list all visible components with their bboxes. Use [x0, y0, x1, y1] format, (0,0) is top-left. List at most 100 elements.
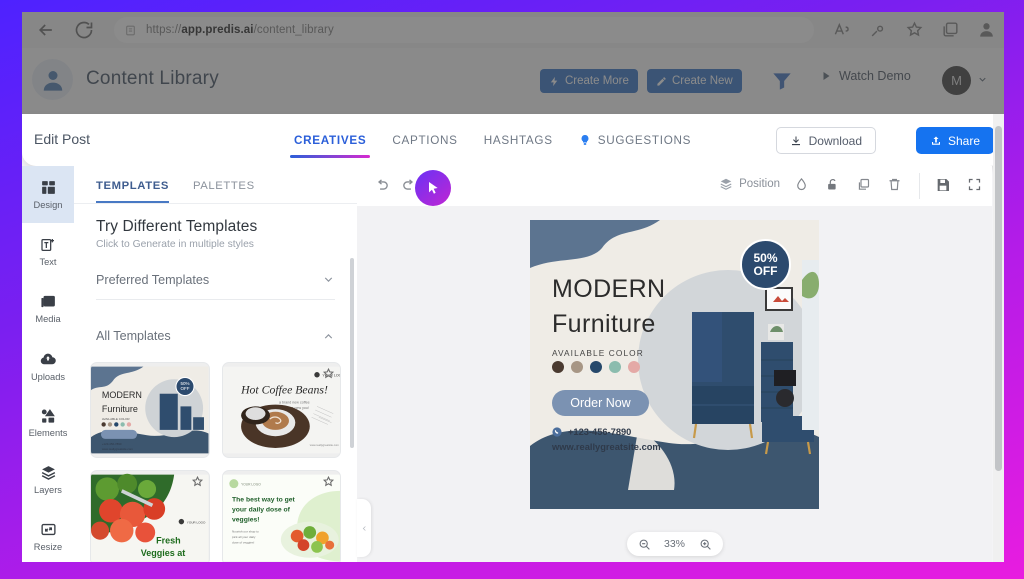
download-button[interactable]: Download [775, 127, 876, 154]
droplet-icon[interactable] [794, 177, 809, 192]
tab-palettes[interactable]: PALETTES [193, 180, 255, 203]
badge-off: OFF [753, 263, 778, 278]
template-thumb-hot-coffee[interactable]: YOUR LOGO Hot Coffee Beans! a brand new … [221, 362, 341, 458]
undo-icon[interactable] [373, 177, 390, 194]
back-arrow-icon[interactable] [36, 20, 56, 40]
template-thumb-modern-furniture[interactable]: 50% OFF MODERN Furniture AVAILABLE COLOR… [90, 362, 210, 458]
design-website: www.reallygreatsite.com [552, 442, 661, 452]
filter-icon[interactable] [769, 68, 795, 94]
tab-captions-label: CAPTIONS [392, 133, 458, 147]
phone-icon [552, 427, 562, 437]
sidebar-item-resize-label: Resize [33, 542, 63, 552]
create-new-label: Create New [672, 75, 733, 87]
zoom-out-icon[interactable] [638, 538, 651, 551]
unlock-icon[interactable] [825, 177, 840, 192]
all-templates-row[interactable]: All Templates [96, 316, 335, 356]
sidebar-item-elements[interactable]: Elements [22, 394, 74, 451]
design-cta-button[interactable]: Order Now [552, 390, 649, 416]
template-thumb-daily-veggies[interactable]: YOUR LOGO The best way to get your daily… [221, 470, 341, 562]
reload-icon[interactable] [74, 20, 94, 40]
chevron-down-icon [324, 277, 333, 282]
copilot-icon[interactable] [869, 20, 888, 39]
sidebar-item-resize[interactable]: Resize [22, 508, 74, 562]
sidebar-item-media[interactable]: Media [22, 280, 74, 337]
chevron-up-icon [324, 333, 333, 339]
read-aloud-icon[interactable] [833, 20, 852, 39]
site-info-icon [126, 25, 135, 35]
browser-profile-icon[interactable] [977, 20, 996, 39]
tab-hashtags[interactable]: HASHTAGS [484, 114, 553, 166]
design-headline-1: MODERN [552, 275, 666, 303]
badge-percent: 50% [753, 250, 778, 265]
sidebar-item-design[interactable]: Design [22, 166, 74, 223]
panel-heading-block: Try Different Templates Click to Generat… [74, 204, 357, 250]
favorite-star-icon[interactable] [322, 475, 335, 488]
svg-text:The best way to get: The best way to get [232, 497, 296, 504]
favorites-star-icon[interactable] [905, 20, 924, 39]
svg-text:your daily dose of: your daily dose of [232, 507, 291, 514]
user-avatar-icon[interactable] [32, 59, 73, 100]
chevron-left-icon [362, 525, 366, 531]
share-button[interactable]: Share [915, 127, 994, 154]
save-icon[interactable] [935, 177, 951, 193]
sidebar-item-uploads[interactable]: Uploads [22, 337, 74, 394]
sidebar-item-layers[interactable]: Layers [22, 451, 74, 508]
svg-text:YOUR LOGO: YOUR LOGO [241, 482, 261, 486]
chevron-down-icon[interactable] [977, 74, 988, 85]
panel-collapse-handle[interactable] [357, 499, 371, 557]
sidebar-item-elements-label: Elements [28, 428, 68, 438]
address-bar[interactable]: https://app.predis.ai/content_library [114, 17, 814, 43]
tab-captions[interactable]: CAPTIONS [392, 114, 457, 166]
canvas-area: Position MODERN Furniture AVAILABLE COLO… [357, 166, 992, 562]
share-icon [931, 136, 940, 145]
favorite-star-icon[interactable] [191, 475, 204, 488]
edit-post-modal: Edit Post CREATIVES CAPTIONS HASHTAGS SU… [22, 114, 1004, 562]
create-more-button[interactable]: Create More [540, 69, 638, 93]
sidebar-item-text-label: Text [39, 256, 57, 267]
panel-scrollbar[interactable] [350, 258, 354, 448]
sidebar-item-text[interactable]: Text [22, 223, 74, 280]
grid-icon [41, 181, 55, 194]
page-title: Content Library [86, 68, 219, 89]
create-more-label: Create More [565, 75, 629, 87]
browser-toolbar: https://app.predis.ai/content_library [22, 12, 1004, 48]
duplicate-icon[interactable] [856, 177, 871, 192]
preferred-templates-row[interactable]: Preferred Templates [96, 260, 335, 300]
design-available-color-label: AVAILABLE COLOR [552, 348, 644, 358]
tab-hashtags-label: HASHTAGS [483, 133, 553, 147]
svg-text:www.reallygreatsite.com: www.reallygreatsite.com [309, 443, 339, 447]
tab-suggestions[interactable]: SUGGESTIONS [579, 114, 691, 166]
svg-text:Hot Coffee Beans!: Hot Coffee Beans! [240, 384, 328, 397]
page-scrollbar[interactable] [993, 114, 1004, 562]
design-discount-badge: 50% OFF [740, 239, 791, 290]
svg-text:Veggies at: Veggies at [141, 548, 186, 558]
app-header: Content Library Create More Create New W… [22, 48, 1004, 112]
position-button[interactable]: Position [719, 177, 780, 191]
resize-icon [40, 523, 56, 536]
svg-text:Furniture: Furniture [102, 404, 138, 414]
favorite-star-icon[interactable] [322, 367, 335, 380]
design-canvas[interactable]: MODERN Furniture AVAILABLE COLOR Order N… [530, 220, 819, 509]
lightning-icon [550, 76, 558, 86]
collections-icon[interactable] [941, 20, 960, 39]
watch-demo-button[interactable]: Watch Demo [820, 69, 911, 83]
template-thumb-fresh-veggies[interactable]: YOUR LOGO Fresh Veggies at [90, 470, 210, 562]
design-swatch-1 [571, 361, 583, 373]
pencil-icon [657, 76, 666, 86]
avatar[interactable]: M [942, 66, 971, 95]
zoom-in-icon[interactable] [699, 538, 712, 551]
tab-creatives[interactable]: CREATIVES [289, 114, 371, 166]
layers-stack-icon [720, 178, 732, 190]
design-swatch-4 [628, 361, 640, 373]
scrollbar-thumb[interactable] [995, 126, 1002, 471]
browser-actions [833, 20, 996, 39]
design-phone: +123-456-7890 [552, 427, 631, 437]
design-swatch-3 [609, 361, 621, 373]
create-new-button[interactable]: Create New [647, 69, 742, 93]
svg-text:YOUR LOGO: YOUR LOGO [187, 520, 206, 524]
svg-text:AVAILABLE COLOR: AVAILABLE COLOR [102, 417, 131, 421]
tab-templates[interactable]: TEMPLATES [96, 180, 169, 203]
fullscreen-icon[interactable] [967, 177, 982, 192]
trash-icon[interactable] [887, 177, 902, 192]
svg-text:Nourish our shop to: Nourish our shop to [232, 529, 259, 533]
